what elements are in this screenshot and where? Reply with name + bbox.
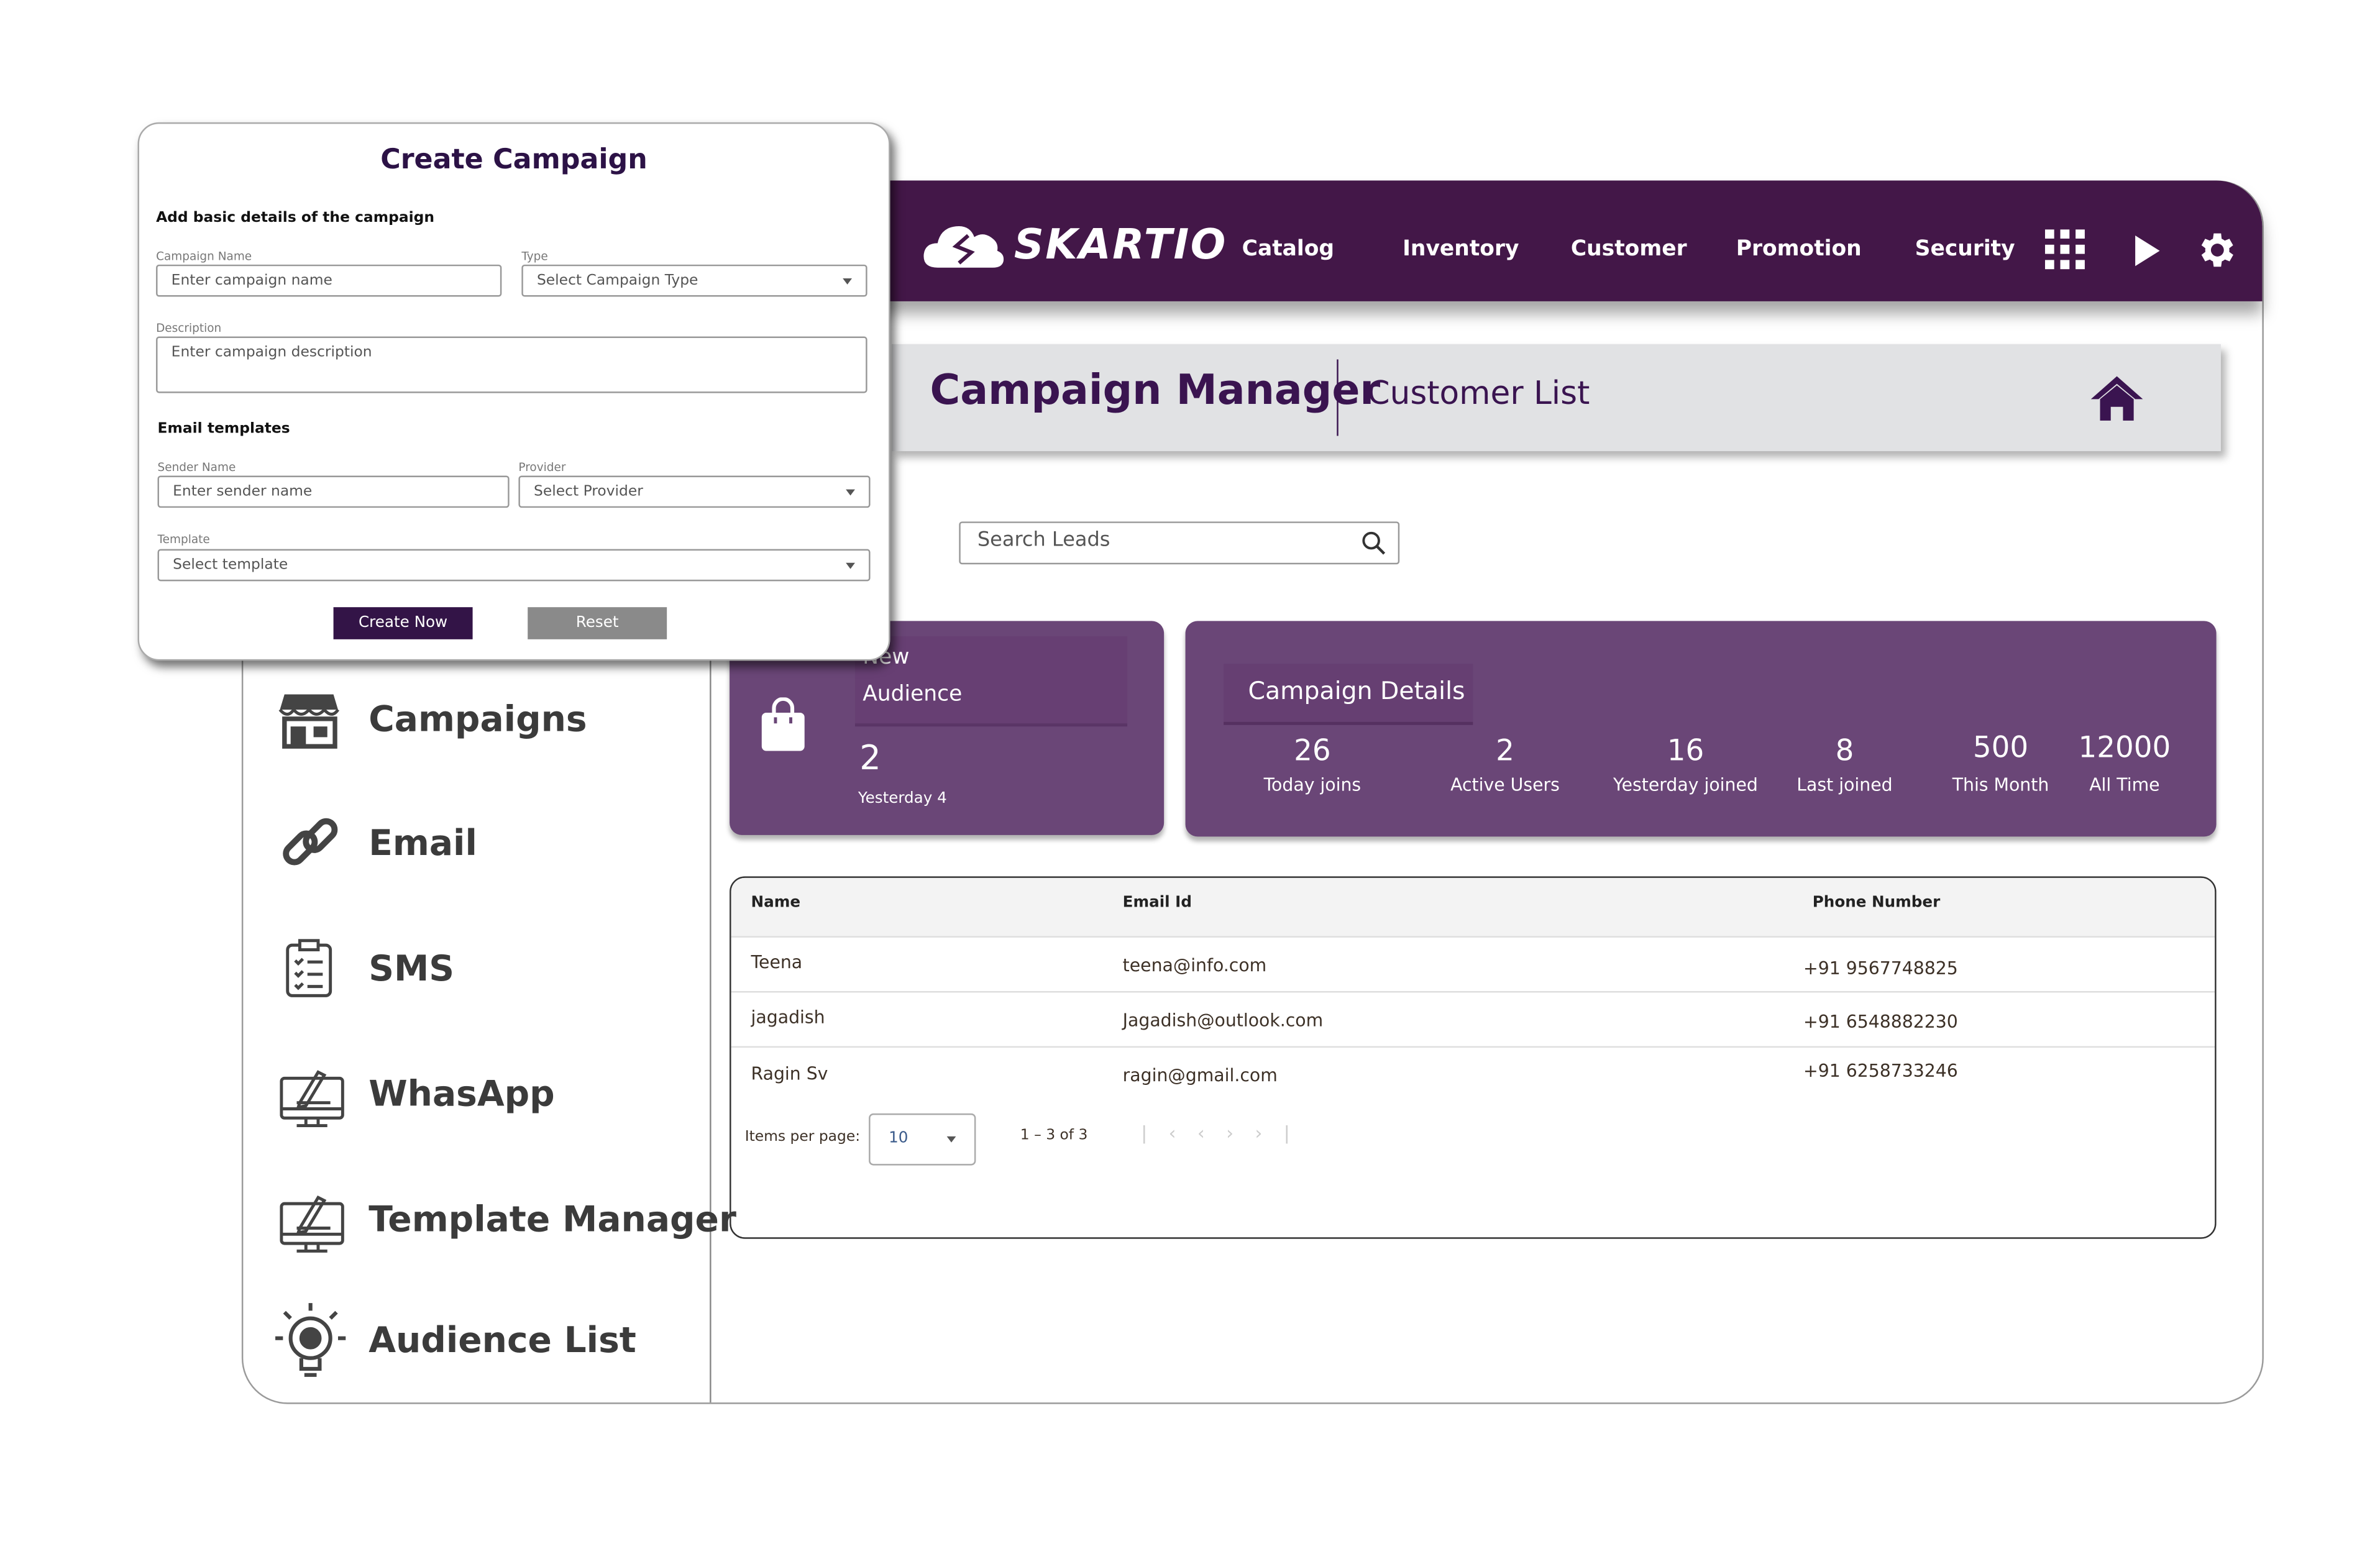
cloud-logo-icon (923, 226, 1004, 268)
col-email[interactable]: Email Id (1123, 895, 1192, 912)
nav-security[interactable]: Security (1915, 237, 2015, 262)
customer-table: Name Email Id Phone Number Teena teena@i… (730, 876, 2217, 1239)
chevron-down-icon (946, 1136, 956, 1143)
last-page-icon[interactable]: ›| (1255, 1123, 1312, 1144)
row1-email: teena@info.com (1122, 954, 1267, 976)
row2-phone: +91 6548882230 (1803, 1010, 1958, 1033)
sidebar-item-template-manager[interactable]: Template Manager (272, 1186, 736, 1256)
stat-all-time: 12000 All Time (2078, 731, 2171, 795)
stat-today-joins: 26 Today joins (1263, 734, 1362, 795)
col-phone[interactable]: Phone Number (1813, 895, 1940, 912)
template-label: Template (157, 532, 210, 546)
sender-name-input[interactable]: Enter sender name (157, 475, 510, 508)
audience-title-line2: Audience (863, 682, 963, 707)
brand-name: SKARTIO (1014, 221, 1227, 270)
first-page-icon[interactable]: |‹ (1141, 1123, 1197, 1144)
table-header (731, 877, 2215, 936)
description-textarea[interactable]: Enter campaign description (156, 336, 867, 393)
shopping-bag-icon (761, 697, 805, 751)
sidebar-item-campaigns[interactable]: Campaigns (272, 685, 700, 756)
sidebar-item-email[interactable]: Email (272, 809, 700, 879)
apps-grid-icon[interactable] (2044, 229, 2088, 272)
sender-name-label: Sender Name (157, 460, 236, 475)
items-per-page-select[interactable]: 10 (869, 1113, 976, 1166)
type-label: Type (521, 249, 548, 263)
template-select[interactable]: Select template (157, 549, 871, 582)
page-range: 1 – 3 of 3 (1020, 1127, 1088, 1145)
search-icon[interactable] (1362, 531, 1386, 555)
campaign-name-label: Campaign Name (156, 249, 252, 263)
pagination-controls: |‹‹››| (1141, 1123, 1311, 1144)
store-icon (278, 694, 340, 749)
campaign-details-card: Campaign Details 26 Today joins 2 Active U… (1185, 621, 2217, 837)
sidebar-item-audience-list[interactable]: Audience List (272, 1300, 700, 1377)
create-now-button[interactable]: Create Now (333, 607, 473, 639)
reset-button[interactable]: Reset (528, 607, 667, 639)
section-basic-details: Add basic details of the campaign (156, 209, 434, 227)
campaign-type-select[interactable]: Select Campaign Type (521, 264, 867, 297)
col-name[interactable]: Name (751, 895, 801, 912)
sidebar-item-sms[interactable]: SMS (272, 935, 700, 1005)
sidebar-item-whasapp[interactable]: WhasApp (272, 1060, 700, 1130)
monitor-edit-icon (280, 1196, 344, 1253)
nav-inventory[interactable]: Inventory (1403, 237, 1519, 262)
description-label: Description (156, 321, 222, 336)
monitor-edit-icon (280, 1070, 344, 1128)
page-subtitle: Customer List (1367, 375, 1590, 412)
stat-last-joined: 8 Last joined (1796, 734, 1893, 795)
nav-customer[interactable]: Customer (1571, 237, 1687, 262)
search-input[interactable]: Search Leads (959, 521, 1400, 565)
home-icon[interactable] (2089, 373, 2144, 423)
row3-email: ragin@gmail.com (1122, 1064, 1278, 1086)
audience-value: 2 (859, 740, 881, 779)
row1-phone: +91 9567748825 (1803, 957, 1958, 979)
search-placeholder: Search Leads (977, 529, 1110, 552)
chevron-down-icon (846, 562, 855, 569)
items-per-page-label: Items per page: (744, 1128, 861, 1146)
page-title: Campaign Manager (930, 367, 1381, 415)
stat-yesterday-joined: 16 Yesterday joined (1613, 734, 1758, 795)
row2-email: Jagadish@outlook.com (1122, 1009, 1324, 1031)
title-divider (1337, 359, 1339, 436)
row2-name: jagadish (751, 1006, 825, 1028)
section-email-templates: Email templates (157, 420, 290, 437)
modal-title: Create Campaign (380, 144, 648, 176)
audience-sub: Yesterday 4 (858, 790, 947, 808)
campaign-details-title: Campaign Details (1248, 675, 1465, 705)
provider-label: Provider (518, 460, 566, 475)
link-icon (283, 818, 338, 866)
campaign-name-input[interactable]: Enter campaign name (156, 264, 502, 297)
next-page-icon[interactable]: › (1226, 1123, 1255, 1144)
sidebar-divider (710, 581, 712, 1403)
nav-catalog[interactable]: Catalog (1242, 237, 1334, 262)
prev-page-icon[interactable]: ‹ (1197, 1123, 1226, 1144)
provider-select[interactable]: Select Provider (518, 475, 871, 508)
row1-name: Teena (751, 951, 803, 973)
create-campaign-modal: Create Campaign Add basic details of the… (137, 122, 890, 661)
play-icon[interactable] (2134, 234, 2161, 268)
nav-promotion[interactable]: Promotion (1736, 237, 1862, 262)
chevron-down-icon (843, 278, 852, 285)
chevron-down-icon (846, 489, 855, 496)
clipboard-list-icon (286, 939, 332, 997)
stat-active-users: 2 Active Users (1450, 734, 1560, 795)
lightbulb-gear-icon (275, 1303, 346, 1377)
gear-icon[interactable] (2194, 228, 2238, 272)
row3-name: Ragin Sv (751, 1063, 828, 1085)
row3-phone: +91 6258733246 (1803, 1059, 1958, 1082)
